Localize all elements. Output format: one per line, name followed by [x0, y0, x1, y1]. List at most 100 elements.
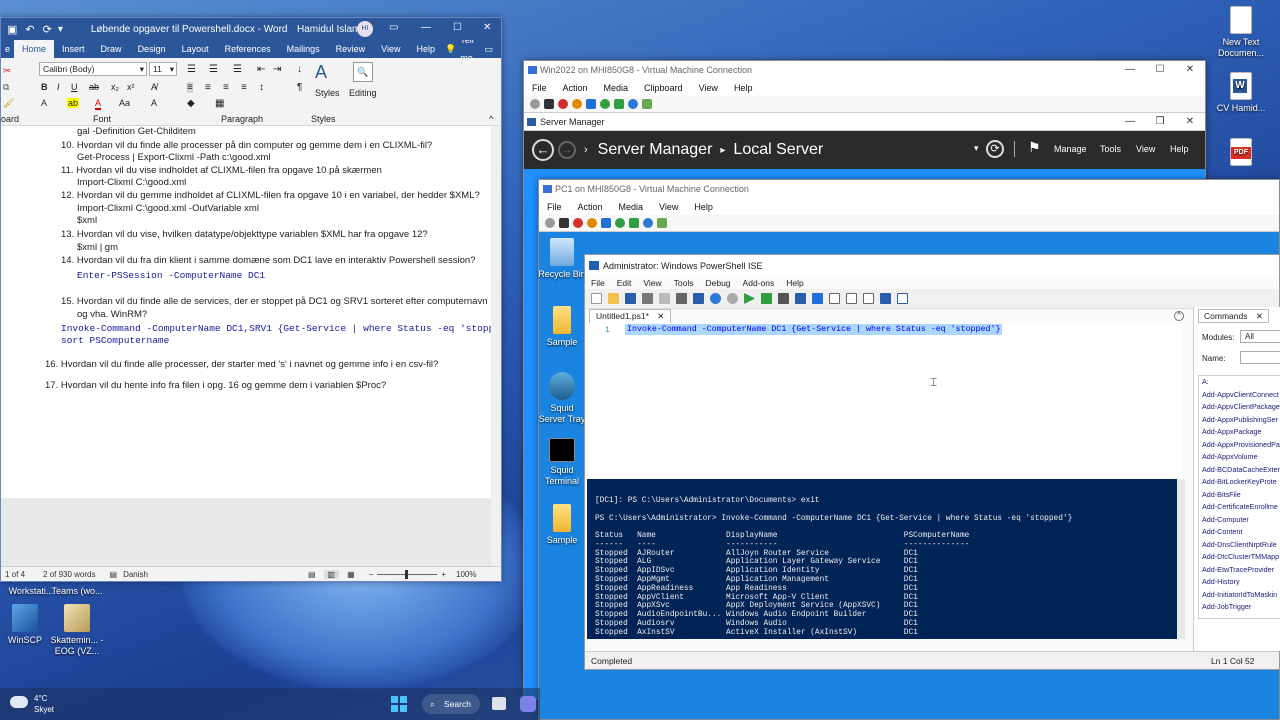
menu-tools[interactable]: Tools	[1100, 144, 1121, 154]
command-item[interactable]: Add-Content	[1199, 526, 1280, 539]
command-item[interactable]: Add-AppxPublishingSer	[1199, 414, 1280, 427]
pause-icon[interactable]	[586, 99, 596, 109]
win2022-titlebar[interactable]: Win2022 on MHI850G8 - Virtual Machine Co…	[524, 61, 1205, 79]
numbering-icon[interactable]: ☰	[209, 64, 218, 75]
checkpoint-icon[interactable]	[628, 99, 638, 109]
document-line[interactable]: 14. Hvordan vil du fra din klient i samm…	[61, 255, 476, 268]
web-layout-icon[interactable]: ▦	[347, 570, 355, 579]
zoom-in-icon[interactable]: +	[441, 570, 446, 579]
command-item[interactable]: Add-JobTrigger	[1199, 601, 1280, 614]
command-item[interactable]: Add-DtcClusterTMMapp	[1199, 551, 1280, 564]
tab-insert[interactable]: Insert	[54, 40, 93, 58]
document-line[interactable]: 11. Hvordan vil du vise indholdet af CLI…	[61, 165, 382, 178]
ise-titlebar[interactable]: Administrator: Windows PowerShell ISE	[585, 255, 1279, 277]
paste-icon[interactable]	[676, 293, 687, 304]
menu-file[interactable]: File	[524, 83, 555, 93]
back-icon[interactable]: ←	[532, 139, 554, 161]
tab-mailings[interactable]: Mailings	[279, 40, 328, 58]
maximize-icon[interactable]: ☐	[1145, 61, 1175, 79]
document-line[interactable]: 10. Hvordan vil du finde alle processer …	[61, 140, 432, 153]
save-icon[interactable]: ▣	[7, 23, 17, 36]
avatar[interactable]: HI	[357, 21, 373, 37]
zoom-slider[interactable]	[377, 569, 438, 579]
revert-icon[interactable]	[614, 99, 624, 109]
show-commands-icon[interactable]	[880, 293, 891, 304]
menu-media[interactable]: Media	[596, 83, 637, 93]
document-page[interactable]: gal -Definition Get-Childitem 10. Hvordan…	[1, 126, 491, 498]
bold-icon[interactable]: B	[41, 82, 48, 92]
tab-layout[interactable]: Layout	[174, 40, 217, 58]
zoom-level[interactable]: 100%	[456, 570, 476, 579]
command-item[interactable]: Add-AppxPackage	[1199, 426, 1280, 439]
decrease-indent-icon[interactable]: ⇤	[257, 64, 265, 75]
turn-off-icon[interactable]	[558, 99, 568, 109]
undo-icon[interactable]	[710, 293, 721, 304]
copy-icon[interactable]: ⧉	[3, 82, 9, 93]
focus-icon[interactable]: ▤	[308, 570, 316, 579]
document-scrollbar[interactable]	[491, 126, 501, 568]
font-name-select[interactable]: Calibri (Body) ▾	[39, 62, 147, 76]
tab-view[interactable]: View	[373, 40, 408, 58]
sort-icon[interactable]: ↓	[297, 64, 302, 75]
justify-icon[interactable]: ≡	[241, 82, 247, 93]
command-item[interactable]: Add-AppxProvisionedPa	[1199, 439, 1280, 452]
word-window[interactable]: ▣ ↶ ⟳ ▾ Løbende opgaver til Powershell.d…	[0, 17, 502, 582]
document-line[interactable]: $xml | gm	[77, 242, 118, 255]
ctrl-alt-del-icon[interactable]	[545, 218, 555, 228]
powershell-ise-window[interactable]: Administrator: Windows PowerShell ISE Fi…	[584, 254, 1280, 670]
language[interactable]: Danish	[123, 570, 148, 579]
command-item[interactable]: Add-AppxVolume	[1199, 451, 1280, 464]
subscript-icon[interactable]: x₂	[111, 82, 119, 92]
pause-icon[interactable]	[601, 218, 611, 228]
console-pane[interactable]: [DC1]: PS C:\Users\Administrator\Documen…	[587, 479, 1177, 639]
menu-help[interactable]: Help	[726, 83, 761, 93]
show-addon-icon[interactable]	[897, 293, 908, 304]
task-view-icon[interactable]	[492, 697, 506, 710]
menu-action[interactable]: Action	[555, 83, 596, 93]
grow-font-icon[interactable]: A	[151, 98, 157, 108]
minimize-icon[interactable]: —	[421, 22, 431, 33]
restore-icon[interactable]: ❐	[1145, 113, 1175, 131]
document-line[interactable]: 15. Hvordan vil du finde alle de service…	[61, 296, 488, 309]
borders-icon[interactable]: ▦	[215, 98, 224, 109]
menu-media[interactable]: Media	[611, 202, 652, 212]
document-line[interactable]: sort PSComputername	[61, 335, 169, 348]
dropdown-icon[interactable]: ▾	[974, 143, 979, 154]
close-tab-icon[interactable]: ✕	[657, 311, 664, 321]
redo-icon[interactable]	[727, 293, 738, 304]
show-marks-icon[interactable]: ¶	[297, 82, 302, 93]
start-icon[interactable]	[615, 218, 625, 228]
save-icon[interactable]	[625, 293, 636, 304]
format-painter-icon[interactable]: 🖌	[3, 98, 14, 109]
customize-qat-icon[interactable]: ▾	[58, 24, 63, 35]
start-icon[interactable]	[600, 99, 610, 109]
show-script-pane-max-icon[interactable]	[863, 293, 874, 304]
name-input[interactable]	[1240, 351, 1280, 364]
shading-icon[interactable]: ◆	[187, 98, 195, 109]
menu-debug[interactable]: Debug	[699, 278, 736, 288]
server-manager-titlebar[interactable]: Server Manager — ❐ ✕	[524, 113, 1205, 131]
align-left-icon[interactable]: ≡	[187, 82, 193, 93]
align-center-icon[interactable]: ≡	[205, 82, 211, 93]
word-count[interactable]: 2 of 930 words	[43, 570, 95, 579]
document-line[interactable]: Invoke-Command -ComputerName DC1,SRV1 {G…	[61, 323, 491, 336]
run-script-icon[interactable]	[744, 293, 755, 304]
styles-label[interactable]: Styles	[315, 88, 340, 98]
styles-icon[interactable]: A	[315, 62, 335, 84]
menu-tools[interactable]: Tools	[668, 278, 700, 288]
enhanced-session-icon[interactable]	[642, 99, 652, 109]
tab-draw[interactable]: Draw	[93, 40, 130, 58]
command-item[interactable]: Add-History	[1199, 576, 1280, 589]
close-icon[interactable]: ✕	[483, 22, 491, 33]
command-item[interactable]: Add-Computer	[1199, 514, 1280, 527]
strikethrough-icon[interactable]: ab	[89, 82, 99, 92]
font-color-icon[interactable]: A	[95, 98, 102, 110]
ctrl-alt-del-icon[interactable]	[530, 99, 540, 109]
weather-cloud-icon[interactable]	[10, 696, 28, 708]
document-line[interactable]: Enter-PSSession -ComputerName DC1	[77, 270, 265, 283]
stop-icon[interactable]	[544, 99, 554, 109]
document-line[interactable]: $xml	[77, 215, 97, 228]
pc1-titlebar[interactable]: PC1 on MHI850G8 - Virtual Machine Connec…	[539, 180, 1279, 198]
desktop-icon-pdf[interactable]: PDF	[1204, 138, 1278, 169]
word-titlebar[interactable]: ▣ ↶ ⟳ ▾ Løbende opgaver til Powershell.d…	[1, 18, 501, 40]
